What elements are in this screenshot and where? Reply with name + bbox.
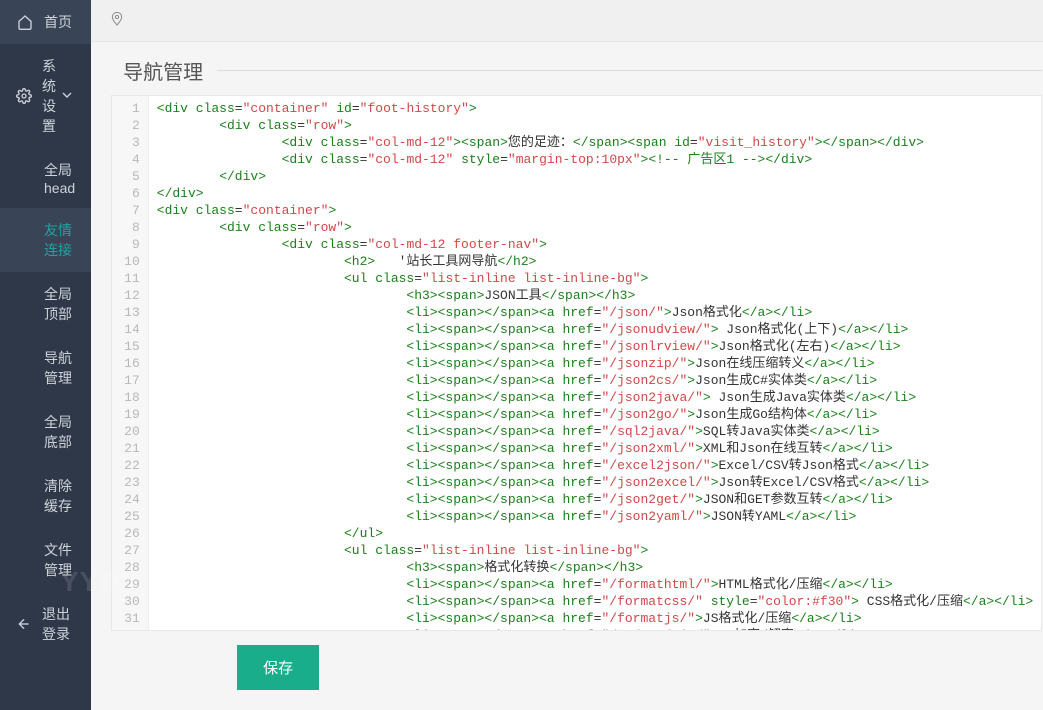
sidebar-item-files[interactable]: 文件管理 — [0, 528, 91, 592]
sidebar-item-label: 全局head — [44, 160, 75, 196]
save-button[interactable]: 保存 — [237, 645, 319, 690]
sidebar-item-label: 文件管理 — [44, 540, 75, 580]
main: 导航管理 12345678910111213141516171819202122… — [91, 0, 1043, 710]
logout-icon — [16, 616, 32, 632]
sidebar-item-cache[interactable]: 清除缓存 — [0, 464, 91, 528]
sidebar-item-label: 友情连接 — [44, 220, 75, 260]
sidebar-item-logout[interactable]: 退出登录 — [0, 592, 91, 656]
sidebar-item-settings[interactable]: 系统设置 — [0, 44, 91, 148]
sidebar-item-label: 系统设置 — [42, 56, 59, 136]
gear-icon — [16, 88, 32, 104]
editor-code[interactable]: <div class="container" id="foot-history"… — [149, 96, 1041, 630]
code-editor[interactable]: 1234567891011121314151617181920212223242… — [111, 95, 1042, 631]
sidebar-item-label: 全局顶部 — [44, 284, 75, 324]
home-icon — [16, 14, 34, 30]
sidebar-item-head[interactable]: 全局head — [0, 148, 91, 208]
sidebar-item-top[interactable]: 全局顶部 — [0, 272, 91, 336]
sidebar-item-home[interactable]: 首页 — [0, 0, 91, 44]
sidebar-item-label: 清除缓存 — [44, 476, 75, 516]
location-icon — [109, 11, 125, 30]
sidebar: 首页 系统设置 全局head 友情连接 全局顶部 导航管理 全局底部 清除缓存 … — [0, 0, 91, 710]
sidebar-item-nav[interactable]: 导航管理 — [0, 336, 91, 400]
sidebar-item-label: 退出登录 — [42, 604, 75, 644]
chevron-down-icon — [59, 87, 75, 106]
sidebar-item-label: 首页 — [44, 12, 72, 32]
sidebar-item-label: 全局底部 — [44, 412, 75, 452]
editor-gutter: 1234567891011121314151617181920212223242… — [112, 96, 149, 630]
divider — [217, 70, 1042, 71]
page-title: 导航管理 — [123, 56, 203, 85]
topbar — [91, 0, 1043, 42]
sidebar-item-label: 导航管理 — [44, 348, 75, 388]
sidebar-item-bottom[interactable]: 全局底部 — [0, 400, 91, 464]
sidebar-item-links[interactable]: 友情连接 — [0, 208, 91, 272]
